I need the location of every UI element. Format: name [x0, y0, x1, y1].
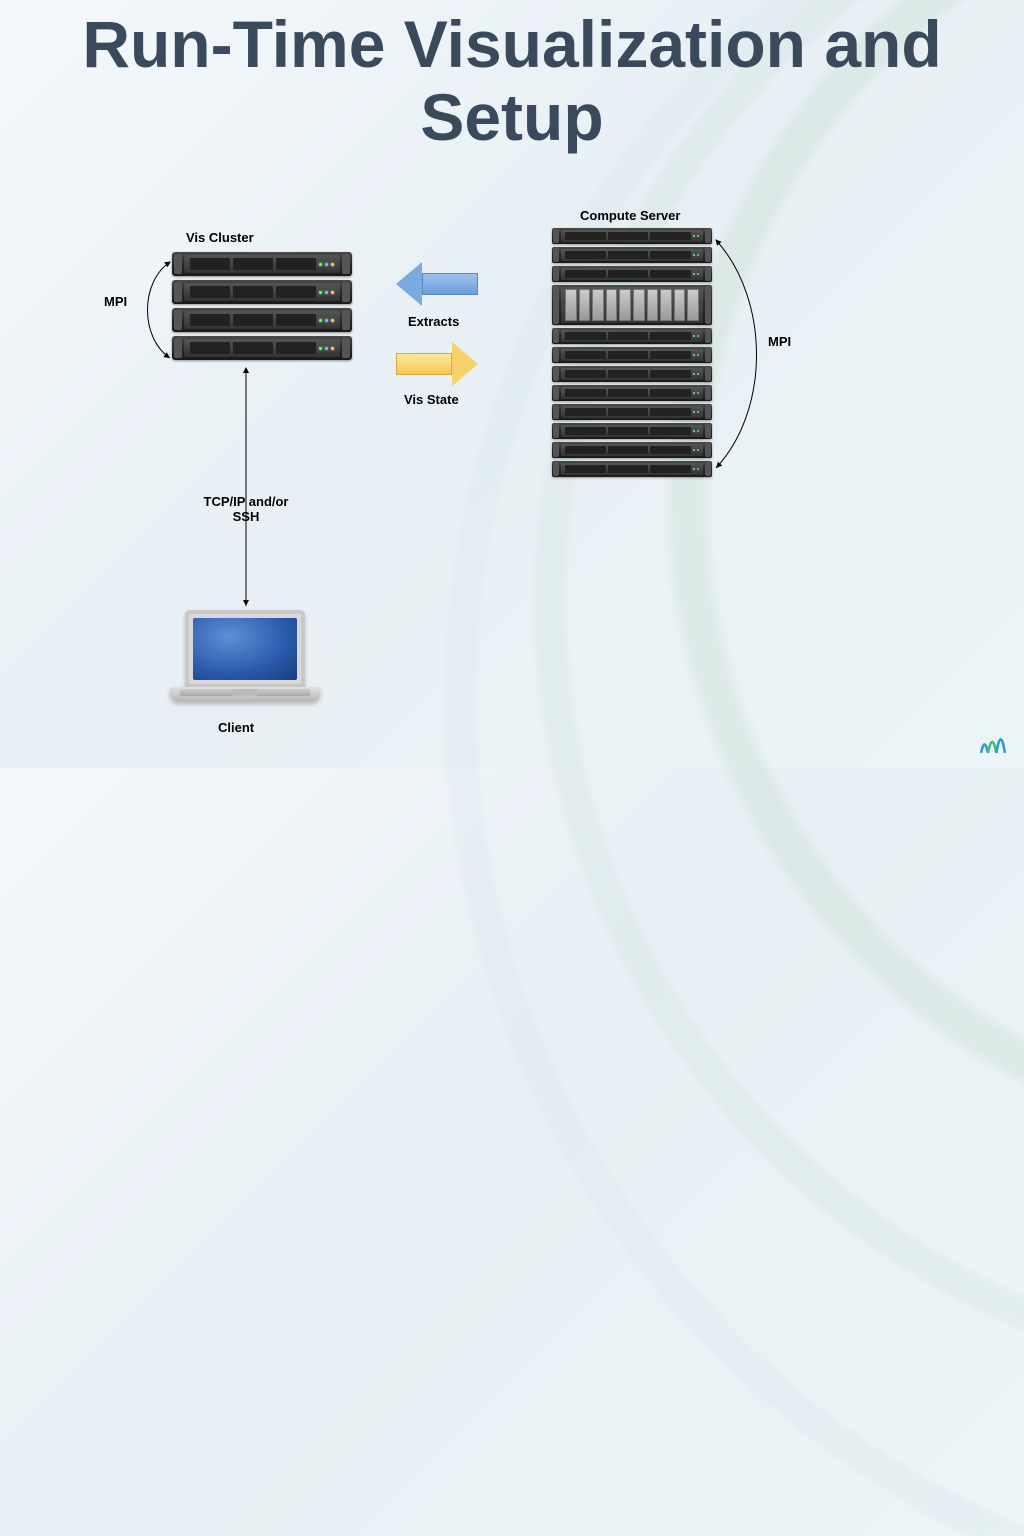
server-rack-unit-icon [552, 266, 712, 282]
server-rack-unit-icon [552, 347, 712, 363]
arrow-left-icon [396, 262, 478, 306]
vis-cluster-rack [172, 252, 352, 364]
server-rack-unit-icon [552, 385, 712, 401]
server-rack-unit-icon [172, 252, 352, 276]
label-extracts: Extracts [408, 314, 459, 329]
disk-array-unit-icon [552, 285, 712, 325]
server-rack-unit-icon [172, 280, 352, 304]
label-tcp-ssh-line2: SSH [233, 509, 260, 524]
server-rack-unit-icon [172, 336, 352, 360]
server-rack-unit-icon [552, 366, 712, 382]
background-curve [424, 0, 1024, 1400]
server-rack-unit-icon [172, 308, 352, 332]
server-rack-unit-icon [552, 423, 712, 439]
server-rack-unit-icon [552, 228, 712, 244]
label-tcp-ssh: TCP/IP and/or SSH [186, 494, 306, 524]
server-rack-unit-icon [552, 328, 712, 344]
compute-server-rack [552, 228, 712, 480]
label-client: Client [218, 720, 254, 735]
server-rack-unit-icon [552, 442, 712, 458]
arrow-right-icon [396, 342, 478, 386]
kitware-logo-icon [976, 724, 1010, 758]
slide-title: Run-Time Visualization and Setup [0, 8, 1024, 153]
laptop-icon [170, 610, 320, 701]
label-mpi-right: MPI [768, 334, 791, 349]
label-compute-server: Compute Server [580, 208, 680, 223]
server-rack-unit-icon [552, 461, 712, 477]
label-vis-cluster: Vis Cluster [186, 230, 254, 245]
server-rack-unit-icon [552, 404, 712, 420]
label-mpi-left: MPI [104, 294, 127, 309]
server-rack-unit-icon [552, 247, 712, 263]
label-vis-state: Vis State [404, 392, 459, 407]
label-tcp-ssh-line1: TCP/IP and/or [204, 494, 289, 509]
